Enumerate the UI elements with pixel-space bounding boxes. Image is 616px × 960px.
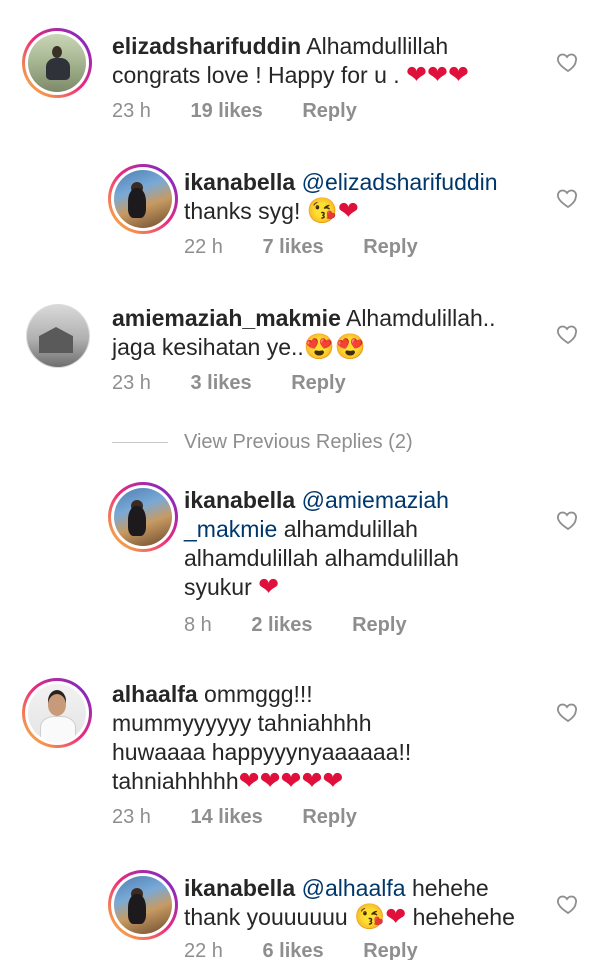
- comment-text: hehehe: [411, 875, 489, 901]
- avatar-image: [114, 488, 172, 546]
- comment-text: hehehehe: [412, 904, 515, 930]
- comment-username[interactable]: amiemaziah_makmie: [112, 305, 341, 331]
- reply-button[interactable]: Reply: [302, 100, 356, 122]
- comment-likes[interactable]: 2 likes: [251, 614, 312, 636]
- emoji: 😘❤: [354, 903, 407, 931]
- comment-text: thanks syg!: [184, 198, 301, 224]
- reply-button[interactable]: Reply: [363, 940, 417, 960]
- comment-time: 23 h: [112, 100, 151, 122]
- heart-outline-icon[interactable]: [556, 508, 580, 532]
- avatar-image: [114, 876, 172, 934]
- comment-text: mummyyyyyy tahniahhhh: [112, 710, 372, 736]
- emoji: 😘❤: [306, 197, 359, 225]
- heart-outline-icon[interactable]: [556, 700, 580, 724]
- comment-username[interactable]: elizadsharifuddin: [112, 33, 301, 59]
- heart-emoji: ❤: [258, 573, 280, 601]
- comment-username[interactable]: ikanabella: [184, 875, 295, 901]
- comment-text: thank youuuuuu: [184, 904, 348, 930]
- avatar[interactable]: [22, 28, 92, 98]
- avatar-image: [28, 34, 86, 92]
- reply-button[interactable]: Reply: [363, 236, 417, 258]
- comment-body: amiemaziah_makmie Alhamdulillah.. jaga k…: [112, 304, 542, 362]
- emoji: 😍😍: [303, 333, 367, 361]
- avatar[interactable]: [108, 164, 178, 234]
- comment-username[interactable]: ikanabella: [184, 487, 295, 513]
- comment-likes[interactable]: 3 likes: [191, 372, 252, 394]
- comment-text: alhamdulillah: [283, 516, 418, 542]
- comment-meta: 23 h 19 likes Reply: [112, 100, 391, 123]
- comment-body: alhaalfa ommggg!!! mummyyyyyy tahniahhhh…: [112, 680, 542, 796]
- comment-text: alhamdulillah alhamdulillah: [184, 545, 459, 571]
- comment-meta: 23 h 3 likes Reply: [112, 372, 380, 395]
- avatar-image: [27, 305, 89, 367]
- comment-text: syukur: [184, 574, 252, 600]
- comment-time: 8 h: [184, 614, 212, 636]
- mention-link[interactable]: @elizadsharifuddin: [302, 169, 498, 195]
- comment-likes[interactable]: 7 likes: [263, 236, 324, 258]
- heart-emoji: ❤❤❤❤❤: [238, 767, 344, 795]
- avatar[interactable]: [26, 304, 90, 368]
- comment-time: 23 h: [112, 372, 151, 394]
- comment-time: 23 h: [112, 806, 151, 828]
- comment-body: elizadsharifuddin Alhamdullillah congrat…: [112, 32, 542, 90]
- heart-emoji: ❤❤❤: [406, 61, 469, 89]
- comment-text: huwaaaa happyyynyaaaaaa!!: [112, 739, 412, 765]
- heart-outline-icon[interactable]: [556, 186, 580, 210]
- heart-outline-icon[interactable]: [556, 50, 580, 74]
- comment-likes[interactable]: 14 likes: [191, 806, 263, 828]
- mention-link[interactable]: _makmie: [184, 516, 277, 542]
- comment-username[interactable]: alhaalfa: [112, 681, 198, 707]
- comment-body: ikanabella @elizadsharifuddin thanks syg…: [184, 168, 554, 226]
- avatar[interactable]: [108, 482, 178, 552]
- comment-text: Alhamdulillah..: [345, 305, 496, 331]
- avatar-image: [114, 170, 172, 228]
- mention-link[interactable]: @amiemaziah: [302, 487, 449, 513]
- comment-text: ommggg!!!: [204, 681, 313, 707]
- avatar[interactable]: [22, 678, 92, 748]
- divider-line: [112, 441, 168, 443]
- mention-link[interactable]: @alhaalfa: [302, 875, 406, 901]
- view-previous-replies-label[interactable]: View Previous Replies (2): [184, 431, 413, 454]
- comment-meta: 22 h 7 likes Reply: [184, 236, 452, 259]
- comment-text: congrats love ! Happy for u .: [112, 62, 400, 88]
- view-previous-replies[interactable]: View Previous Replies (2): [112, 430, 413, 454]
- heart-outline-icon[interactable]: [556, 892, 580, 916]
- reply-button[interactable]: Reply: [352, 614, 406, 636]
- reply-button[interactable]: Reply: [291, 372, 345, 394]
- comment-text: tahniahhhhh: [112, 768, 239, 794]
- comment-text: Alhamdullillah: [306, 33, 449, 59]
- reply-button[interactable]: Reply: [302, 806, 356, 828]
- comment-text: jaga kesihatan ye..: [112, 334, 304, 360]
- comment-meta: 22 h 6 likes Reply: [184, 940, 452, 960]
- comment-meta: 23 h 14 likes Reply: [112, 806, 391, 829]
- comment-time: 22 h: [184, 236, 223, 258]
- comment-body: ikanabella @alhaalfa hehehe thank youuuu…: [184, 874, 564, 932]
- comment-meta: 8 h 2 likes Reply: [184, 614, 441, 637]
- comment-body: ikanabella @amiemaziah _makmie alhamduli…: [184, 486, 554, 602]
- comment-likes[interactable]: 19 likes: [191, 100, 263, 122]
- comment-time: 22 h: [184, 940, 223, 960]
- heart-outline-icon[interactable]: [556, 322, 580, 346]
- avatar[interactable]: [108, 870, 178, 940]
- comment-likes[interactable]: 6 likes: [263, 940, 324, 960]
- avatar-image: [28, 684, 86, 742]
- comment-username[interactable]: ikanabella: [184, 169, 295, 195]
